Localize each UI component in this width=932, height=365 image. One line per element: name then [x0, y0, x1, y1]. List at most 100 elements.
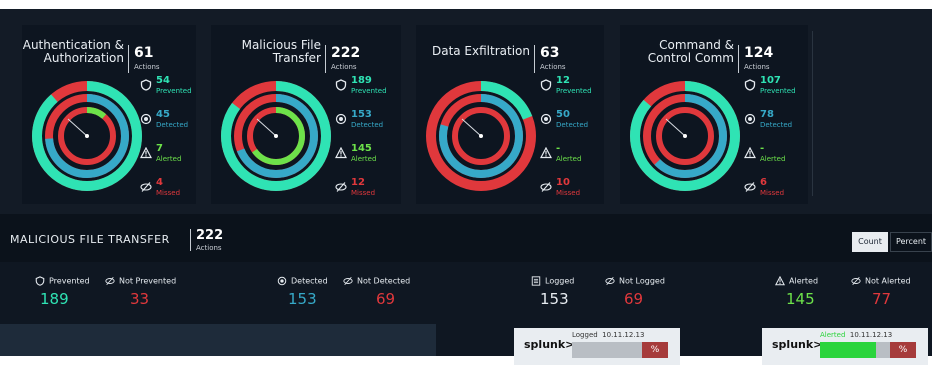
- metric-not-logged-value: 69: [624, 290, 644, 308]
- metric-label-text: Not Detected: [357, 276, 411, 286]
- missed-label: Missed: [156, 189, 181, 197]
- card-count: 124: [744, 45, 774, 61]
- missed-value: 12: [351, 177, 365, 188]
- log-icon: [531, 276, 541, 286]
- missed-label: Missed: [556, 189, 581, 197]
- status-rings-chart: [32, 81, 142, 191]
- ring-center-dot: [85, 134, 89, 138]
- detected-value: 78: [760, 109, 774, 120]
- warning-icon: [335, 147, 347, 159]
- shield-icon: [335, 79, 347, 91]
- splunk-status: Alerted: [820, 331, 846, 339]
- metric-detected-value: 153: [288, 290, 317, 308]
- detected-label: Detected: [156, 121, 189, 129]
- metric-label-text: Not Alerted: [865, 276, 911, 286]
- metric-not-prevented-value: 33: [130, 290, 150, 308]
- stat-prevented: 107 Prevented: [744, 75, 814, 103]
- ring-center-dot: [274, 134, 278, 138]
- stat-missed: 10 Missed: [540, 177, 610, 205]
- eye-off-icon: [140, 182, 152, 192]
- card-actions-label: Actions: [540, 63, 566, 71]
- prevented-label: Prevented: [556, 87, 592, 95]
- splunk-logged-widget[interactable]: splunk> Logged 10.11.12.13 %: [514, 328, 680, 365]
- alerted-value: -: [760, 143, 765, 154]
- stat-detected: 50 Detected: [540, 109, 610, 137]
- alerted-label: Alerted: [556, 155, 582, 163]
- ring-needle: [665, 118, 686, 137]
- radar-icon: [744, 113, 756, 125]
- missed-label: Missed: [351, 189, 376, 197]
- warning-icon: [140, 147, 152, 159]
- card-separator: [534, 45, 535, 73]
- card-data-exfiltration[interactable]: Data Exfiltration 63 Actions 12 Prevente…: [416, 25, 604, 204]
- splunk-alerted-widget[interactable]: splunk> Alerted 10.11.12.13 %: [762, 328, 928, 365]
- card-header: Authentication & Authorization 61 Action…: [22, 35, 196, 73]
- metric-detected-label: Detected: [276, 276, 328, 286]
- eye-off-icon: [343, 276, 353, 286]
- stat-missed: 4 Missed: [140, 177, 210, 205]
- alerted-label: Alerted: [351, 155, 377, 163]
- status-rings-chart: [630, 81, 740, 191]
- detail-actions-label: Actions: [196, 244, 222, 252]
- percent-toggle-button[interactable]: Percent: [890, 232, 932, 252]
- ring-needle: [67, 118, 88, 137]
- prevented-value: 189: [351, 75, 372, 86]
- card-separator: [738, 45, 739, 73]
- splunk-ip: 10.11.12.13: [849, 331, 893, 339]
- stat-prevented: 189 Prevented: [335, 75, 405, 103]
- missed-value: 10: [556, 177, 570, 188]
- card-actions-label: Actions: [331, 63, 357, 71]
- prevented-value: 12: [556, 75, 570, 86]
- stat-alerted: 145 Alerted: [335, 143, 405, 171]
- metric-not-alerted-label: Not Alerted: [850, 276, 911, 286]
- stat-alerted: - Alerted: [540, 143, 610, 171]
- detected-value: 45: [156, 109, 170, 120]
- card-authentication[interactable]: Authentication & Authorization 61 Action…: [22, 25, 196, 204]
- metric-not-alerted-value: 77: [872, 290, 892, 308]
- count-toggle-button[interactable]: Count: [852, 232, 888, 252]
- prevented-label: Prevented: [156, 87, 192, 95]
- detected-value: 153: [351, 109, 372, 120]
- card-actions-label: Actions: [134, 63, 160, 71]
- stat-missed: 6 Missed: [744, 177, 814, 205]
- stat-missed: 12 Missed: [335, 177, 405, 205]
- eye-off-icon: [605, 276, 615, 286]
- metric-prevented-value: 189: [40, 290, 69, 308]
- metric-not-detected-label: Not Detected: [342, 276, 410, 286]
- card-actions-label: Actions: [744, 63, 770, 71]
- status-rings-chart: [426, 81, 536, 191]
- detail-title: MALICIOUS FILE TRANSFER: [10, 233, 170, 246]
- prevented-label: Prevented: [351, 87, 387, 95]
- missed-value: 4: [156, 177, 163, 188]
- shield-icon: [540, 79, 552, 91]
- prevented-value: 54: [156, 75, 170, 86]
- metric-label-text: Logged: [545, 276, 575, 286]
- prevented-label: Prevented: [760, 87, 796, 95]
- eye-off-icon: [744, 182, 756, 192]
- splunk-ip: 10.11.12.13: [602, 331, 645, 339]
- metric-label-text: Not Prevented: [119, 276, 177, 286]
- splunk-tag: Logged 10.11.12.13: [572, 331, 644, 339]
- stat-detected: 45 Detected: [140, 109, 210, 137]
- eye-off-icon: [335, 182, 347, 192]
- missed-label: Missed: [760, 189, 785, 197]
- top-margin: [0, 0, 932, 9]
- card-title-line2: Authorization: [43, 51, 124, 65]
- card-command-control[interactable]: Command & Control Comm 124 Actions 107 P…: [620, 25, 808, 204]
- radar-icon: [277, 276, 287, 286]
- detected-label: Detected: [760, 121, 793, 129]
- metric-alerted-label: Alerted: [774, 276, 818, 286]
- stat-detected: 153 Detected: [335, 109, 405, 137]
- card-separator: [325, 45, 326, 73]
- ring-needle: [461, 118, 482, 137]
- card-title: Authentication & Authorization: [23, 39, 124, 65]
- detail-panel: MALICIOUS FILE TRANSFER 222 Actions Coun…: [0, 214, 932, 365]
- card-malicious-file-transfer[interactable]: Malicious File Transfer 222 Actions 189 …: [211, 25, 401, 204]
- card-header: Malicious File Transfer 222 Actions: [211, 35, 401, 73]
- detected-label: Detected: [351, 121, 384, 129]
- detail-separator: [190, 229, 191, 251]
- metric-prevented-label: Prevented: [34, 276, 90, 286]
- prevented-value: 107: [760, 75, 781, 86]
- card-count: 61: [134, 45, 154, 61]
- eye-off-icon: [851, 276, 861, 286]
